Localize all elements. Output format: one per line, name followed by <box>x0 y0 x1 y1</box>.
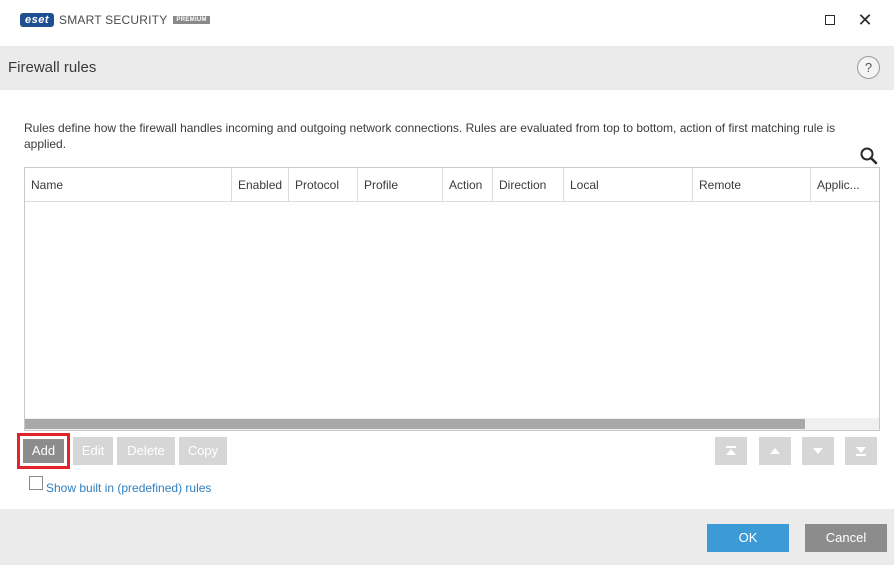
column-header-profile[interactable]: Profile <box>358 168 443 202</box>
move-down-icon <box>813 448 823 454</box>
cancel-button[interactable]: Cancel <box>805 524 887 552</box>
move-to-top-button[interactable] <box>715 437 747 465</box>
eset-brand-logo: eset <box>20 13 55 27</box>
column-header-application[interactable]: Applic... <box>811 168 879 202</box>
product-name: SMART SECURITY <box>59 13 168 27</box>
close-icon: ✕ <box>857 10 873 30</box>
column-header-name[interactable]: Name <box>25 168 232 202</box>
ok-button[interactable]: OK <box>707 524 789 552</box>
dialog-footer: OK Cancel <box>0 509 894 565</box>
column-header-direction[interactable]: Direction <box>493 168 564 202</box>
page-title: Firewall rules <box>8 59 97 76</box>
move-down-button[interactable] <box>802 437 834 465</box>
column-header-remote[interactable]: Remote <box>693 168 811 202</box>
search-button[interactable] <box>857 145 881 167</box>
move-up-button[interactable] <box>759 437 791 465</box>
horizontal-scrollbar[interactable] <box>25 418 879 430</box>
maximize-button[interactable] <box>818 8 842 32</box>
column-header-action[interactable]: Action <box>443 168 493 202</box>
description-text: Rules define how the firewall handles in… <box>24 121 836 151</box>
show-predefined-rules-toggle[interactable]: Show built in (predefined) rules <box>29 476 211 495</box>
scrollbar-thumb[interactable] <box>25 419 805 429</box>
move-to-top-icon <box>726 446 736 455</box>
column-header-local[interactable]: Local <box>564 168 693 202</box>
delete-button[interactable]: Delete <box>117 437 175 465</box>
edition-badge: PREMIUM <box>173 16 210 24</box>
copy-button[interactable]: Copy <box>179 437 227 465</box>
column-header-enabled[interactable]: Enabled <box>232 168 289 202</box>
help-icon: ? <box>864 60 873 75</box>
add-button[interactable]: Add <box>23 439 64 463</box>
app-logo: eset SMART SECURITY PREMIUM <box>20 13 210 27</box>
edit-button[interactable]: Edit <box>73 437 113 465</box>
show-predefined-rules-checkbox[interactable] <box>29 476 43 490</box>
table-header: Name Enabled Protocol Profile Action Dir… <box>25 168 879 202</box>
move-to-bottom-button[interactable] <box>845 437 877 465</box>
title-bar: eset SMART SECURITY PREMIUM ✕ <box>0 0 894 38</box>
maximize-icon <box>825 15 835 26</box>
close-button[interactable]: ✕ <box>853 8 877 32</box>
show-predefined-rules-label[interactable]: Show built in (predefined) rules <box>46 481 211 495</box>
column-header-protocol[interactable]: Protocol <box>289 168 358 202</box>
rules-table: Name Enabled Protocol Profile Action Dir… <box>24 167 880 431</box>
move-up-icon <box>770 448 780 454</box>
move-to-bottom-icon <box>856 447 866 456</box>
help-button[interactable]: ? <box>857 56 880 79</box>
search-icon <box>860 147 878 165</box>
page-header: Firewall rules ? <box>0 46 894 90</box>
